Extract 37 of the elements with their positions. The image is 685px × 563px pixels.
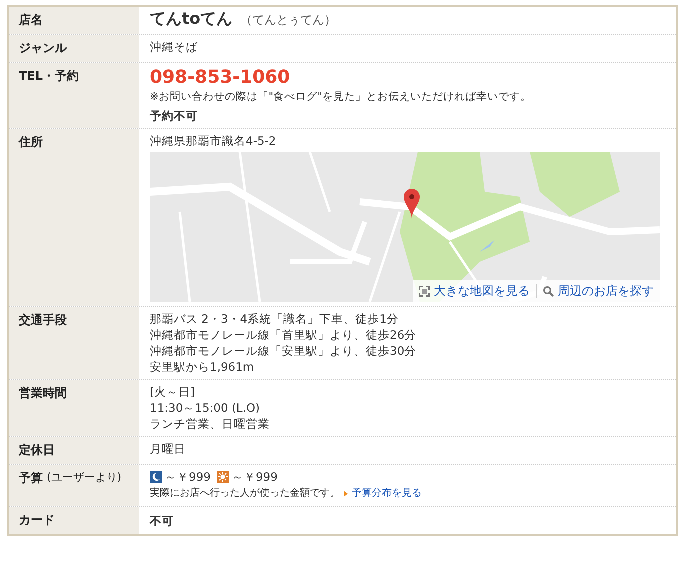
info-text: [火～日] [150, 384, 196, 400]
phone-note: ※お問い合わせの際は「"食べログ"を見た」とお伝えいただければ幸いです。 [150, 90, 532, 105]
row-label: カード [19, 512, 55, 529]
row-label: ジャンル [19, 40, 67, 57]
row-label: 店名 [19, 12, 43, 29]
label-note: (ユーザーより) [47, 470, 122, 485]
budget-distribution-link[interactable]: 予算分布を見る [352, 486, 422, 502]
name-reading: （てんとぅてん） [240, 12, 337, 28]
info-text: 11:30～15:00 (L.O) [150, 400, 262, 416]
dinner-budget: ～￥999 [165, 469, 211, 485]
row-label: 営業時間 [19, 385, 67, 402]
info-text: ランチ営業、日曜営業 [150, 416, 271, 432]
row-label: 交通手段 [19, 312, 67, 329]
budget-note: 実際にお店へ行った人が使った金額です。 [150, 486, 340, 501]
large-map-link[interactable]: 大きな地図を見る [419, 283, 530, 299]
moon-icon [150, 471, 162, 483]
info-text: 不可 [150, 513, 175, 529]
search-icon [543, 286, 554, 296]
nearby-shops-link[interactable]: 周辺のお店を探す [543, 283, 654, 299]
sun-icon [216, 471, 229, 483]
lunch-budget: ～￥999 [232, 469, 278, 485]
row-label: 定休日 [19, 442, 55, 459]
row-label: TEL・予約 [19, 68, 80, 85]
info-text: 沖縄都市モノレール線「首里駅」より、徒歩26分 [150, 327, 418, 343]
info-text: 沖縄そば [150, 39, 199, 55]
info-text: 月曜日 [150, 441, 187, 457]
phone-number: 098-853-1060 [150, 67, 292, 89]
caret-icon [344, 491, 348, 497]
reservation-status: 予約不可 [150, 108, 199, 124]
info-text: 那覇バス 2・3・4系統「識名」下車、徒歩1分 [150, 311, 400, 327]
row-label: 予算 [19, 470, 43, 487]
row-label: 住所 [19, 134, 43, 151]
address-text: 沖縄県那覇市識名4-5-2 [150, 133, 278, 149]
restaurant-name: てんtoてん [150, 11, 233, 27]
expand-icon [419, 286, 430, 296]
info-text: 沖縄都市モノレール線「安里駅」より、徒歩30分 [150, 343, 418, 359]
info-text: 安里駅から1,961m [150, 359, 256, 375]
